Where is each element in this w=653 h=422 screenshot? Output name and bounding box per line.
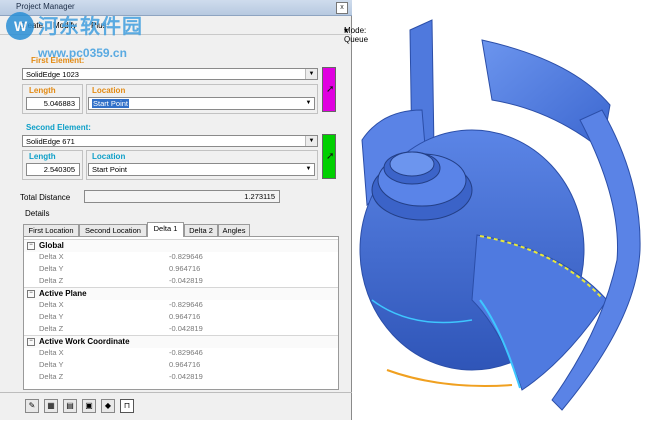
watermark-url: www.pc0359.cn — [38, 46, 127, 60]
second-length-field[interactable]: 2.540305 — [26, 163, 80, 176]
second-element-entity: SolidEdge 671 — [26, 137, 75, 146]
total-distance-label: Total Distance — [20, 193, 71, 202]
section-title: Active Plane — [39, 289, 87, 298]
total-distance-value: 1.273115 — [84, 190, 280, 203]
first-element-entity: SolidEdge 1023 — [26, 70, 79, 79]
bottom-toolbar: ✎ ▦ ▤ ▣ ◆ ⊓ — [0, 392, 352, 421]
second-length-label: Length — [29, 152, 56, 161]
table-row: Delta X -0.829646 — [39, 252, 203, 261]
first-element-select[interactable]: SolidEdge 1023 ▼ — [22, 68, 318, 80]
document-icon[interactable]: ▤ — [63, 399, 77, 413]
tab-angles[interactable]: Angles — [218, 224, 250, 236]
table-row: Delta X -0.829646 — [39, 300, 203, 309]
first-length-label: Length — [29, 86, 56, 95]
first-location-select[interactable]: Start Point ▼ — [88, 97, 315, 110]
second-location-label: Location — [92, 152, 126, 161]
cursor-icon: ➚ — [326, 84, 335, 95]
palette-icon[interactable]: ◆ — [101, 399, 115, 413]
section-title: Global — [39, 241, 64, 250]
collapse-icon[interactable]: − — [27, 337, 35, 346]
details-label: Details — [25, 209, 50, 218]
second-element-select[interactable]: SolidEdge 671 ▼ — [22, 135, 318, 147]
collapse-icon[interactable]: − — [27, 289, 35, 298]
table-row: Delta Y 0.964716 — [39, 360, 201, 369]
collapse-icon[interactable]: − — [27, 241, 35, 250]
first-location-label: Location — [92, 86, 126, 95]
cursor-icon: ➚ — [326, 151, 335, 162]
chevron-down-icon: ▾ — [344, 26, 349, 35]
tab-first-location[interactable]: First Location — [23, 224, 79, 236]
model-viewport[interactable] — [352, 0, 653, 420]
section-title: Active Work Coordinate — [39, 337, 130, 346]
tab-delta-2[interactable]: Delta 2 — [184, 224, 218, 236]
table-row: Delta Z -0.042819 — [39, 372, 203, 381]
chevron-down-icon: ▼ — [303, 98, 314, 108]
table-row: Delta Z -0.042819 — [39, 276, 203, 285]
first-location-value: Start Point — [92, 99, 130, 108]
first-element-pick-button[interactable]: ➚ — [322, 67, 336, 112]
chevron-down-icon: ▼ — [303, 164, 314, 174]
ruler-icon[interactable]: ⊓ — [120, 399, 134, 413]
watermark-title: 河东软件园 — [38, 16, 143, 38]
second-element-label: Second Element: — [26, 123, 91, 132]
project-manager-panel: Project Manager x Create Modify Plus Mod… — [0, 0, 368, 421]
table-row: Delta Z -0.042819 — [39, 324, 203, 333]
watermark-logo: W — [6, 12, 34, 40]
tab-delta-1[interactable]: Delta 1 — [147, 222, 184, 237]
chevron-down-icon: ▼ — [305, 136, 317, 146]
first-length-field[interactable]: 5.046883 — [26, 97, 80, 110]
table-row: Delta X -0.829646 — [39, 348, 203, 357]
table-row: Delta Y 0.964716 — [39, 312, 201, 321]
tab-second-location[interactable]: Second Location — [79, 224, 147, 236]
details-grid: − Global Delta X -0.829646 Delta Y 0.964716… — [23, 236, 339, 390]
table-icon[interactable]: ▦ — [44, 399, 58, 413]
close-button[interactable]: x — [336, 2, 348, 14]
image-icon[interactable]: ▣ — [82, 399, 96, 413]
impeller-model — [359, 19, 641, 411]
second-location-select[interactable]: Start Point ▼ — [88, 163, 315, 176]
second-element-pick-button[interactable]: ➚ — [322, 134, 336, 179]
measure-icon[interactable]: ✎ — [25, 399, 39, 413]
chevron-down-icon: ▼ — [305, 69, 317, 79]
table-row: Delta Y 0.964716 — [39, 264, 201, 273]
second-location-value: Start Point — [92, 165, 128, 174]
